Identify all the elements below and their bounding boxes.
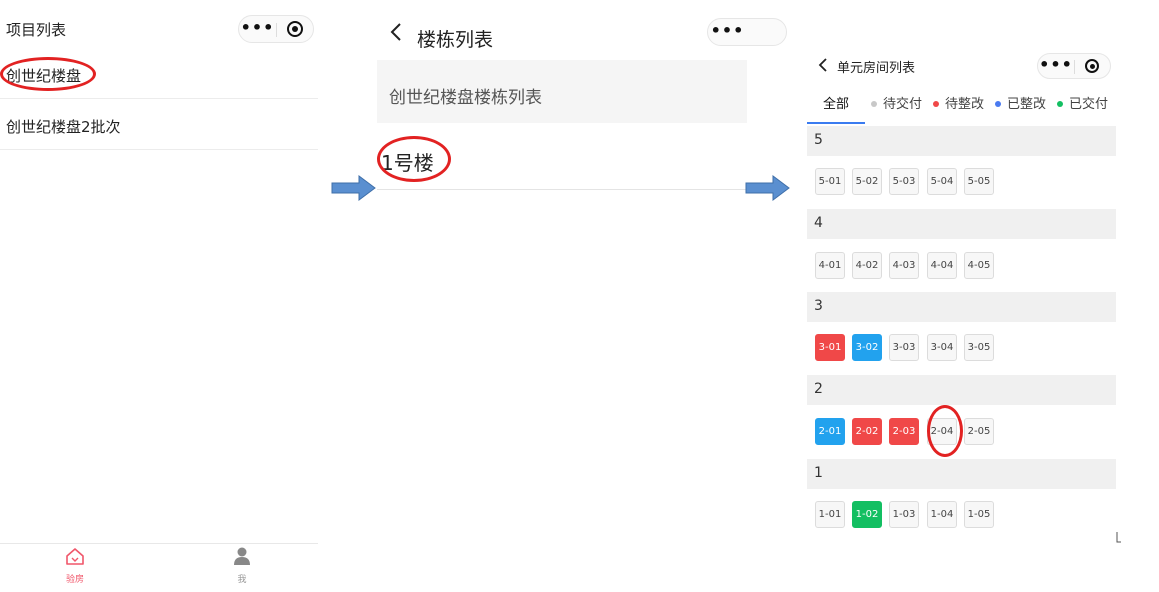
- room-cell[interactable]: 5-01: [815, 168, 845, 195]
- tab-bar: 验房 我: [0, 543, 318, 592]
- room-cell[interactable]: 4-04: [927, 252, 957, 279]
- highlight-ellipse: [377, 136, 451, 182]
- room-cell[interactable]: 5-05: [964, 168, 994, 195]
- tab-inspection-label: 验房: [65, 575, 84, 585]
- tab-pending-delivery-label: 待交付: [883, 97, 923, 112]
- room-cell[interactable]: 2-03: [889, 418, 919, 445]
- room-cell[interactable]: 4-02: [852, 252, 882, 279]
- mini-program-capsule: •••: [707, 18, 787, 46]
- status-filter-tabs: 全部 待交付 待整改 已整改 已交付: [807, 95, 1118, 125]
- floor-header: 4: [807, 209, 1116, 239]
- room-cell[interactable]: 5-03: [889, 168, 919, 195]
- room-cell[interactable]: 3-03: [889, 334, 919, 361]
- room-cell[interactable]: 5-02: [852, 168, 882, 195]
- more-icon[interactable]: •••: [1038, 54, 1074, 78]
- mini-program-capsule: •••: [1037, 53, 1111, 79]
- tab-pending-rectification[interactable]: 待整改: [933, 95, 984, 125]
- floor-number: 5: [814, 132, 823, 148]
- floor-number: 1: [814, 465, 823, 481]
- user-icon: [234, 547, 250, 565]
- room-cell[interactable]: 1-02: [852, 501, 882, 528]
- flow-arrow: [745, 175, 790, 201]
- floor-number: 4: [814, 215, 823, 231]
- tab-inspection[interactable]: 验房: [55, 546, 95, 585]
- back-arrow-icon[interactable]: [389, 22, 403, 42]
- tab-me-label: 我: [237, 575, 247, 585]
- room-cell[interactable]: 1-05: [964, 501, 994, 528]
- tab-all-label: 全部: [823, 97, 850, 112]
- tab-delivered[interactable]: 已交付: [1057, 95, 1108, 125]
- room-cell[interactable]: 2-01: [815, 418, 845, 445]
- building-list-screen: 楼栋列表 ••• 创世纪楼盘楼栋列表 1号楼: [377, 0, 787, 592]
- close-target-icon[interactable]: [1074, 54, 1110, 78]
- room-cell[interactable]: 3-05: [964, 334, 994, 361]
- list-header: 创世纪楼盘楼栋列表: [377, 60, 747, 123]
- tab-rectified[interactable]: 已整改: [995, 95, 1046, 125]
- project-item[interactable]: 创世纪楼盘2批次: [0, 100, 318, 150]
- room-cell[interactable]: 3-04: [927, 334, 957, 361]
- house-icon: [66, 548, 84, 565]
- room-cell[interactable]: 4-05: [964, 252, 994, 279]
- active-tab-underline: [807, 122, 865, 124]
- tab-pending-delivery[interactable]: 待交付: [871, 95, 922, 125]
- floor-header: 2: [807, 375, 1116, 405]
- tab-pending-rectification-label: 待整改: [945, 97, 985, 112]
- room-cell[interactable]: 1-01: [815, 501, 845, 528]
- back-arrow-icon[interactable]: [817, 57, 829, 73]
- highlight-ellipse: [927, 405, 963, 457]
- flow-arrow: [331, 175, 376, 201]
- unit-room-list-screen: 单元房间列表 ••• 全部 待交付 待整改 已整改 已交付 5 5-01 5-0…: [807, 0, 1118, 592]
- floor-header: 3: [807, 292, 1116, 322]
- status-dot-icon: [871, 100, 877, 107]
- project-item-label: 创世纪楼盘2批次: [6, 118, 121, 136]
- text-cursor-icon: [1116, 532, 1121, 543]
- room-cell[interactable]: 1-04: [927, 501, 957, 528]
- room-cell[interactable]: 5-04: [927, 168, 957, 195]
- floor-number: 3: [814, 298, 823, 314]
- highlight-ellipse: [0, 57, 96, 91]
- floor-number: 2: [814, 381, 823, 397]
- project-list-screen: 项目列表 ••• 创世纪楼盘 创世纪楼盘2批次 验房 我: [0, 0, 318, 592]
- tab-me[interactable]: 我: [222, 546, 262, 585]
- room-cell[interactable]: 2-02: [852, 418, 882, 445]
- page-title: 单元房间列表: [837, 61, 916, 76]
- tab-rectified-label: 已整改: [1007, 97, 1047, 112]
- page-title: 项目列表: [6, 21, 67, 39]
- room-cell[interactable]: 3-01: [815, 334, 845, 361]
- status-dot-icon: [1057, 100, 1063, 107]
- tab-delivered-label: 已交付: [1069, 97, 1109, 112]
- room-cell[interactable]: 4-03: [889, 252, 919, 279]
- tab-all[interactable]: 全部: [823, 95, 849, 125]
- room-cell[interactable]: 4-01: [815, 252, 845, 279]
- more-icon[interactable]: •••: [239, 16, 276, 42]
- page-title: 楼栋列表: [417, 29, 494, 51]
- list-header-text: 创世纪楼盘楼栋列表: [389, 88, 542, 108]
- room-cell[interactable]: 3-02: [852, 334, 882, 361]
- room-cell[interactable]: 1-03: [889, 501, 919, 528]
- close-target-icon[interactable]: [276, 16, 313, 42]
- floor-header: 1: [807, 459, 1116, 489]
- status-dot-icon: [933, 100, 939, 107]
- status-dot-icon: [995, 100, 1001, 107]
- floor-header: 5: [807, 126, 1116, 156]
- mini-program-capsule: •••: [238, 15, 314, 43]
- room-cell[interactable]: 2-05: [964, 418, 994, 445]
- more-icon[interactable]: •••: [708, 19, 747, 45]
